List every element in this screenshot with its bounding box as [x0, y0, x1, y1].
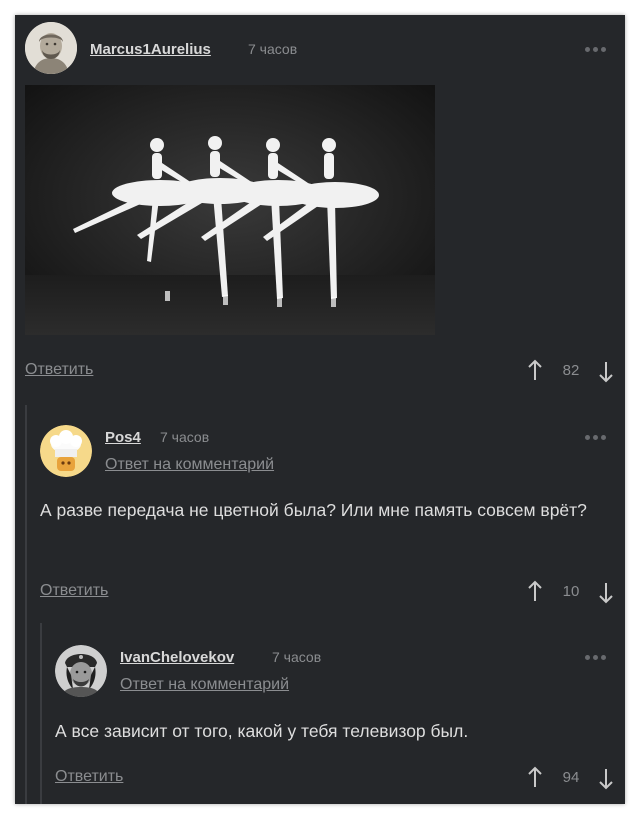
comment-username[interactable]: Pos4	[105, 429, 141, 446]
comment-username[interactable]: Marcus1Aurelius	[90, 41, 211, 58]
che-portrait-avatar[interactable]	[55, 645, 107, 697]
upvote-icon[interactable]	[527, 580, 543, 602]
downvote-icon[interactable]	[598, 582, 614, 604]
comment-time: 7 часов	[160, 429, 210, 445]
reply-button[interactable]: Ответить	[40, 582, 108, 600]
comment-score: 94	[562, 769, 580, 786]
reply-button[interactable]: Ответить	[55, 768, 123, 786]
reply-to-link[interactable]: Ответ на комментарий	[105, 456, 274, 474]
more-options-icon[interactable]	[585, 435, 606, 440]
comment-text: А все зависит от того, какой у тебя теле…	[55, 721, 469, 741]
downvote-icon[interactable]	[598, 361, 614, 383]
chef-avatar[interactable]	[40, 425, 92, 477]
downvote-icon[interactable]	[598, 768, 614, 790]
more-options-icon[interactable]	[585, 47, 606, 52]
comment-score: 10	[562, 583, 580, 600]
comment-username[interactable]: IvanChelovekov	[120, 649, 234, 666]
thread-line-level-2	[40, 623, 42, 804]
more-options-icon[interactable]	[585, 655, 606, 660]
reply-to-link[interactable]: Ответ на комментарий	[120, 676, 289, 694]
comment-score: 82	[562, 362, 580, 379]
ballet-photo[interactable]	[25, 85, 435, 335]
thread-line-level-1	[25, 405, 27, 804]
comment-text: А разве передача не цветной была? Или мн…	[40, 500, 587, 520]
upvote-icon[interactable]	[527, 359, 543, 381]
comment-time: 7 часов	[272, 649, 322, 665]
upvote-icon[interactable]	[527, 766, 543, 788]
bust-portrait-avatar[interactable]	[25, 22, 77, 74]
comment-time: 7 часов	[248, 41, 298, 57]
reply-button[interactable]: Ответить	[25, 361, 93, 379]
comments-thread: Marcus1Aurelius 7 часов Ответить 82 Pos4…	[15, 15, 625, 804]
